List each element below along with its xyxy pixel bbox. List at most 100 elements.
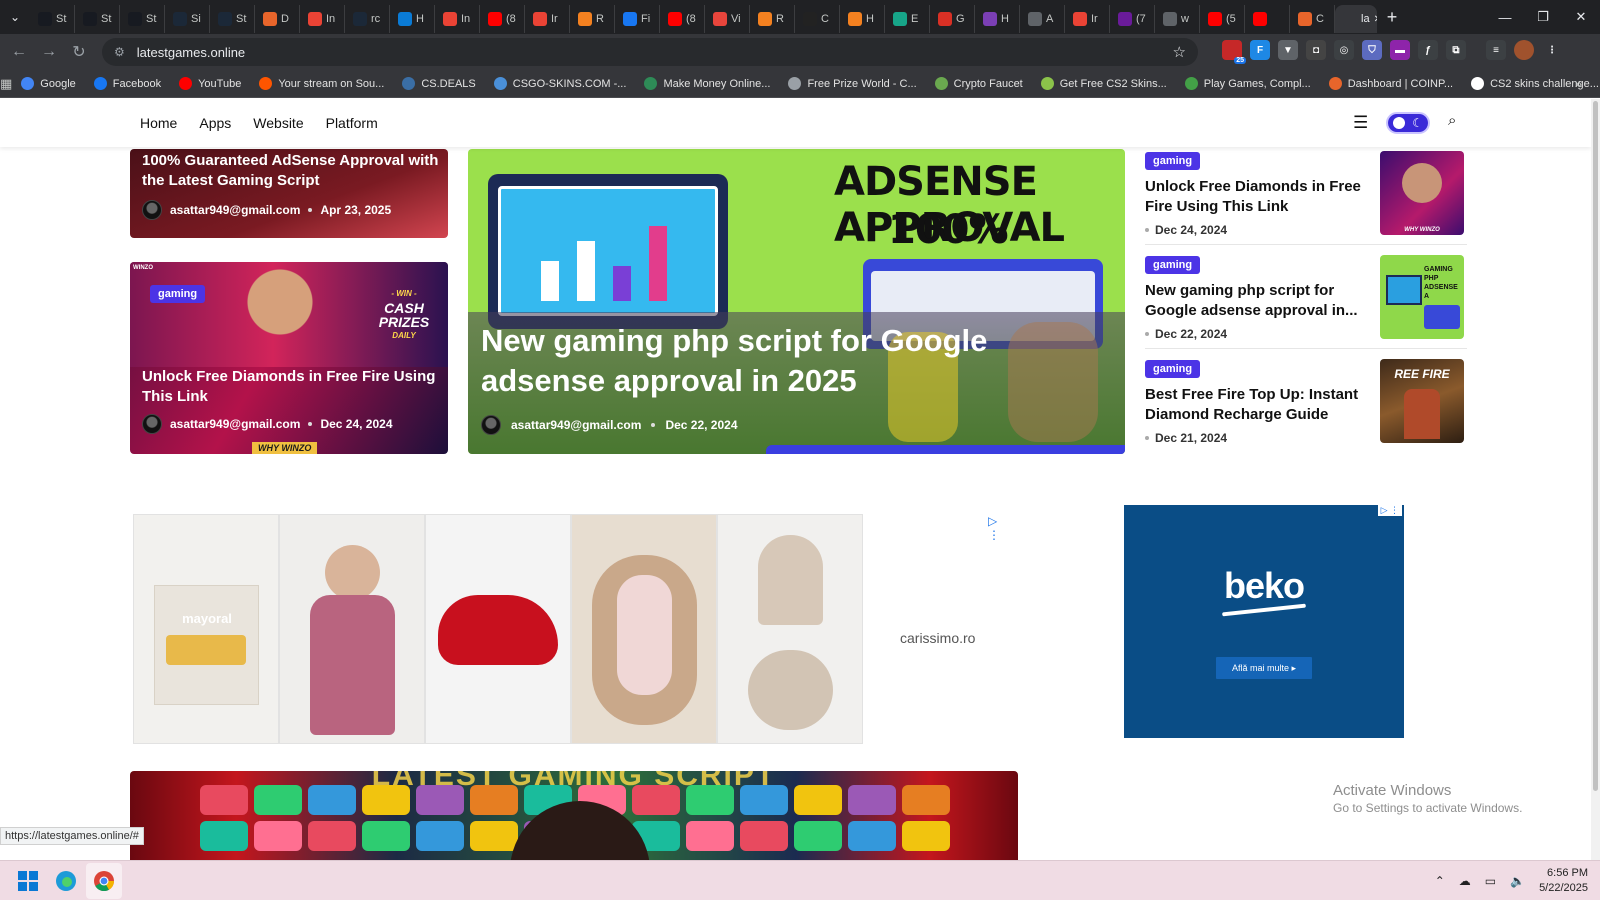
post-author[interactable]: asattar949@gmail.com	[170, 203, 300, 217]
browser-tab[interactable]: In	[435, 5, 480, 33]
browser-tab[interactable]: H	[390, 5, 435, 33]
network-icon[interactable]: ▭	[1485, 874, 1496, 888]
post-author[interactable]: asattar949@gmail.com	[511, 418, 641, 432]
more-bookmarks-icon[interactable]: »	[1575, 76, 1582, 91]
browser-tab[interactable]: St	[30, 5, 75, 33]
extension-camera-icon[interactable]: ◘	[1306, 40, 1326, 60]
browser-tab[interactable]: (7	[1110, 5, 1155, 33]
nav-website[interactable]: Website	[253, 115, 303, 131]
dark-mode-toggle[interactable]: ☾	[1386, 112, 1430, 134]
post-thumbnail[interactable]: REE FIRE	[1380, 359, 1464, 443]
page-scrollbar[interactable]	[1591, 99, 1600, 860]
browser-tab[interactable]: St	[75, 5, 120, 33]
chevron-up-icon[interactable]: ⌃	[1435, 874, 1445, 888]
post-thumbnail[interactable]: WHY WINZO	[1380, 151, 1464, 235]
browser-tab[interactable]: R	[750, 5, 795, 33]
restore-icon[interactable]: ❐	[1524, 0, 1562, 34]
apps-grid-icon[interactable]: ▦	[0, 76, 12, 92]
clock[interactable]: 6:56 PM 5/22/2025	[1539, 866, 1588, 896]
ad-product-tile[interactable]	[717, 514, 863, 744]
forward-icon[interactable]: →	[34, 37, 64, 67]
display-ad[interactable]: ▷ ⋮ beko Află mai multe ▸	[1124, 505, 1404, 738]
browser-tab[interactable]: Ir	[1065, 5, 1110, 33]
browser-tab[interactable]: St	[120, 5, 165, 33]
side-post-item[interactable]: gaming Best Free Fire Top Up: Instant Di…	[1145, 359, 1467, 459]
adchoices-icon[interactable]: ▷ ⋮	[1377, 505, 1402, 516]
browser-tab[interactable]: R	[570, 5, 615, 33]
tab-search-icon[interactable]: ⌄	[0, 0, 30, 34]
browser-tab[interactable]: (8	[660, 5, 705, 33]
bookmark-item[interactable]: Free Prize World - C...	[779, 77, 925, 90]
browser-tab[interactable]: (5	[1200, 5, 1245, 33]
bookmark-star-icon[interactable]: ☆	[1173, 43, 1186, 61]
post-title[interactable]: Unlock Free Diamonds in Free Fire Using …	[1145, 177, 1365, 217]
side-post-item[interactable]: gaming Unlock Free Diamonds in Free Fire…	[1145, 151, 1467, 251]
post-title[interactable]: Unlock Free Diamonds in Free Fire Using …	[142, 367, 442, 407]
browser-tab[interactable]: C	[795, 5, 840, 33]
reload-icon[interactable]: ↻	[64, 37, 94, 67]
bookmark-item[interactable]: Get Free CS2 Skins...	[1032, 77, 1176, 90]
browser-tab[interactable]: Ir	[525, 5, 570, 33]
back-icon[interactable]: ←	[4, 37, 34, 67]
ad-product-tile[interactable]	[425, 514, 571, 744]
browser-tab[interactable]: A	[1020, 5, 1065, 33]
featured-post-card[interactable]: WINZO - WIN - CASH PRIZES DAILY gaming U…	[130, 262, 448, 454]
new-tab-button[interactable]: +	[1377, 7, 1407, 28]
browser-tab[interactable]: H	[840, 5, 885, 33]
extension-circle-icon[interactable]: ◎	[1334, 40, 1354, 60]
browser-tab[interactable]: rc	[345, 5, 390, 33]
adchoices-icon[interactable]: ▷ ⋮	[988, 514, 1000, 542]
browser-tab[interactable]: D	[255, 5, 300, 33]
browser-tab[interactable]	[1245, 5, 1290, 33]
display-ad[interactable]: mayoral carissimo.ro ▷ ⋮	[133, 514, 1000, 744]
volume-icon[interactable]: 🔈	[1510, 874, 1525, 888]
browser-tab[interactable]: G	[930, 5, 975, 33]
bookmark-item[interactable]: Facebook	[85, 77, 170, 90]
ad-product-tile[interactable]: mayoral	[133, 514, 279, 744]
browser-tab[interactable]: E	[885, 5, 930, 33]
side-post-item[interactable]: gaming New gaming php script for Google …	[1145, 255, 1467, 355]
featured-post-card[interactable]: 100% Guaranteed AdSense Approval with th…	[130, 149, 448, 238]
bookmark-item[interactable]: Your stream on Sou...	[250, 77, 393, 90]
bookmark-item[interactable]: Make Money Online...	[635, 77, 779, 90]
bookmark-item[interactable]: CS.DEALS	[393, 77, 484, 90]
browser-tab[interactable]: In	[300, 5, 345, 33]
ad-advertiser-name[interactable]: carissimo.ro	[900, 630, 975, 646]
post-banner-image[interactable]: LATEST GAMING SCRIPT	[130, 771, 1018, 860]
hero-title[interactable]: New gaming php script for Google adsense…	[481, 321, 1081, 401]
nav-platform[interactable]: Platform	[326, 115, 378, 131]
post-tag[interactable]: gaming	[1145, 152, 1201, 170]
chrome-icon[interactable]	[86, 862, 122, 899]
address-bar[interactable]: ⚙ latestgames.online ☆	[102, 38, 1198, 66]
extensions-puzzle-icon[interactable]: ⧉	[1446, 40, 1466, 60]
browser-tab[interactable]: Vi	[705, 5, 750, 33]
post-tag[interactable]: gaming	[150, 284, 206, 303]
extension-gradient-icon[interactable]: ▬	[1390, 40, 1410, 60]
nav-apps[interactable]: Apps	[199, 115, 231, 131]
browser-tab[interactable]: C	[1290, 5, 1335, 33]
bookmark-item[interactable]: YouTube	[170, 77, 250, 90]
ad-cta-button[interactable]: Află mai multe ▸	[1216, 657, 1312, 679]
browser-menu-icon[interactable]: ⋮	[1542, 40, 1562, 60]
browser-tab[interactable]: la✕	[1335, 5, 1377, 33]
reading-list-icon[interactable]: ≡	[1486, 40, 1506, 60]
nav-home[interactable]: Home	[140, 115, 177, 131]
bookmark-item[interactable]: Google	[12, 77, 84, 90]
post-title[interactable]: 100% Guaranteed AdSense Approval with th…	[142, 151, 442, 191]
bookmark-item[interactable]: Dashboard | COINP...	[1320, 77, 1462, 90]
post-thumbnail[interactable]: GAMING PHP ADSENSE A	[1380, 255, 1464, 339]
browser-tab[interactable]: St	[210, 5, 255, 33]
extension-badge-icon[interactable]: 25	[1222, 40, 1246, 64]
extension-v-icon[interactable]: ▼	[1278, 40, 1298, 60]
post-tag[interactable]: gaming	[1145, 360, 1201, 378]
site-info-icon[interactable]: ⚙	[114, 45, 125, 59]
scrollbar-thumb[interactable]	[1593, 101, 1598, 791]
extension-shield-icon[interactable]: ⛉	[1362, 40, 1382, 60]
post-tag[interactable]: gaming	[1145, 256, 1201, 274]
ad-product-tile[interactable]	[571, 514, 717, 744]
ad-product-tile[interactable]	[279, 514, 425, 744]
close-window-icon[interactable]: ✕	[1562, 0, 1600, 34]
bookmark-item[interactable]: Play Games, Compl...	[1176, 77, 1320, 90]
browser-tab[interactable]: Si	[165, 5, 210, 33]
post-author[interactable]: asattar949@gmail.com	[170, 417, 300, 431]
